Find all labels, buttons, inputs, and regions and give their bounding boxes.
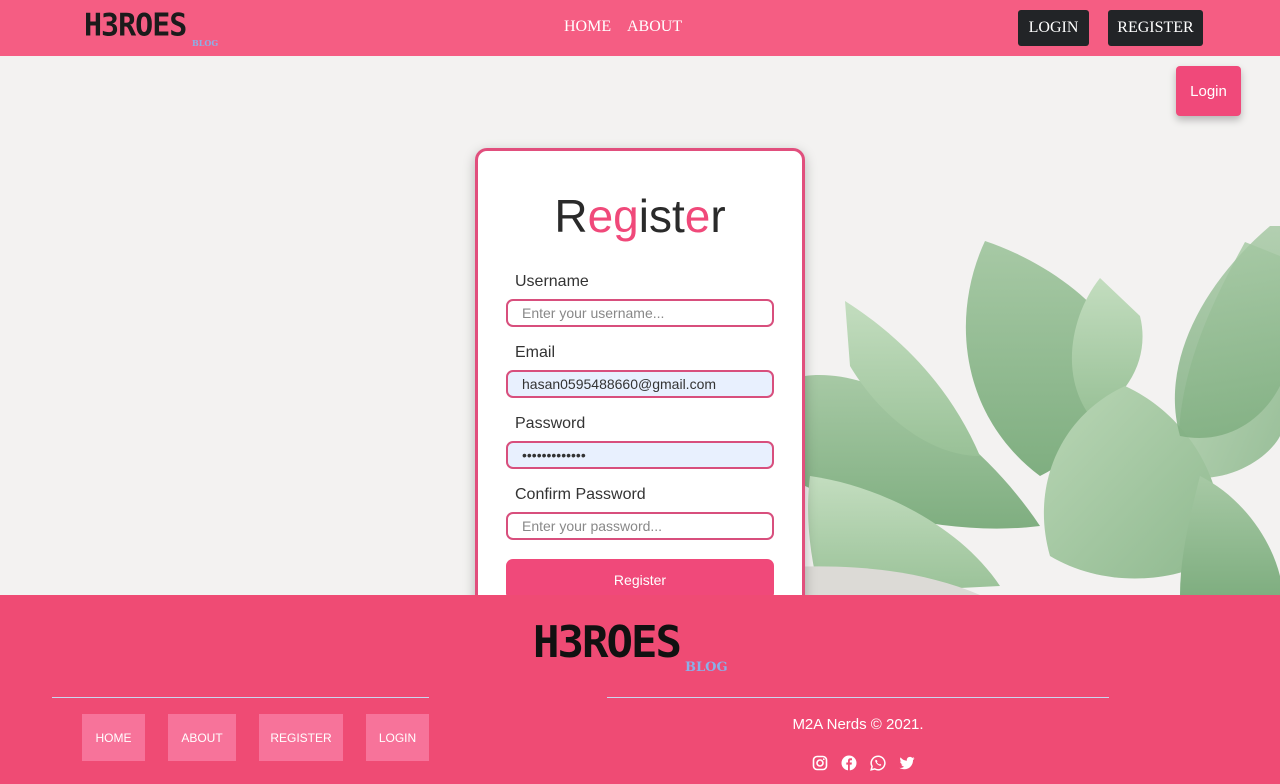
footer: H3ROES BLOG HOME ABOUT REGISTER LOGIN M2… bbox=[0, 595, 1280, 784]
hero-background: Register Username Email Password Confirm… bbox=[0, 56, 1280, 595]
logo-text: H3ROES bbox=[84, 7, 187, 44]
register-submit-button[interactable]: Register bbox=[506, 559, 774, 595]
email-label: Email bbox=[515, 344, 556, 361]
footer-login-link[interactable]: LOGIN bbox=[366, 714, 429, 761]
footer-about-link[interactable]: ABOUT bbox=[168, 714, 236, 761]
whatsapp-icon[interactable] bbox=[870, 755, 886, 771]
username-input[interactable] bbox=[506, 299, 774, 327]
password-label: Password bbox=[515, 415, 586, 432]
footer-register-link[interactable]: REGISTER bbox=[259, 714, 343, 761]
register-title: Register bbox=[554, 190, 726, 242]
footer-divider-right bbox=[607, 697, 1109, 698]
twitter-icon[interactable] bbox=[899, 755, 915, 771]
floating-login-button[interactable]: Login bbox=[1176, 66, 1241, 116]
nav-about-link[interactable]: ABOUT bbox=[627, 18, 682, 36]
password-input[interactable] bbox=[506, 441, 774, 469]
confirm-password-label: Confirm Password bbox=[515, 486, 646, 503]
username-label: Username bbox=[515, 273, 589, 290]
social-links bbox=[812, 755, 915, 771]
footer-home-link[interactable]: HOME bbox=[82, 714, 145, 761]
confirm-password-input[interactable] bbox=[506, 512, 774, 540]
top-navbar: H3ROES BLOG HOME ABOUT LOGIN REGISTER bbox=[0, 0, 1280, 56]
logo-subtext: BLOG bbox=[192, 38, 219, 48]
email-input[interactable] bbox=[506, 370, 774, 398]
nav-home-link[interactable]: HOME bbox=[564, 18, 611, 36]
instagram-icon[interactable] bbox=[812, 755, 828, 771]
header-register-button[interactable]: REGISTER bbox=[1108, 10, 1203, 46]
footer-logo-subtext: BLOG bbox=[685, 660, 728, 675]
footer-logo-text: H3ROES bbox=[533, 617, 682, 668]
brand-logo[interactable]: H3ROES BLOG bbox=[84, 7, 218, 48]
register-card: Register Username Email Password Confirm… bbox=[475, 148, 805, 595]
copyright-text: M2A Nerds © 2021. bbox=[792, 716, 924, 733]
header-login-button[interactable]: LOGIN bbox=[1018, 10, 1089, 46]
footer-divider-left bbox=[52, 697, 429, 698]
facebook-icon[interactable] bbox=[841, 755, 857, 771]
footer-logo[interactable]: H3ROES BLOG bbox=[533, 617, 728, 675]
